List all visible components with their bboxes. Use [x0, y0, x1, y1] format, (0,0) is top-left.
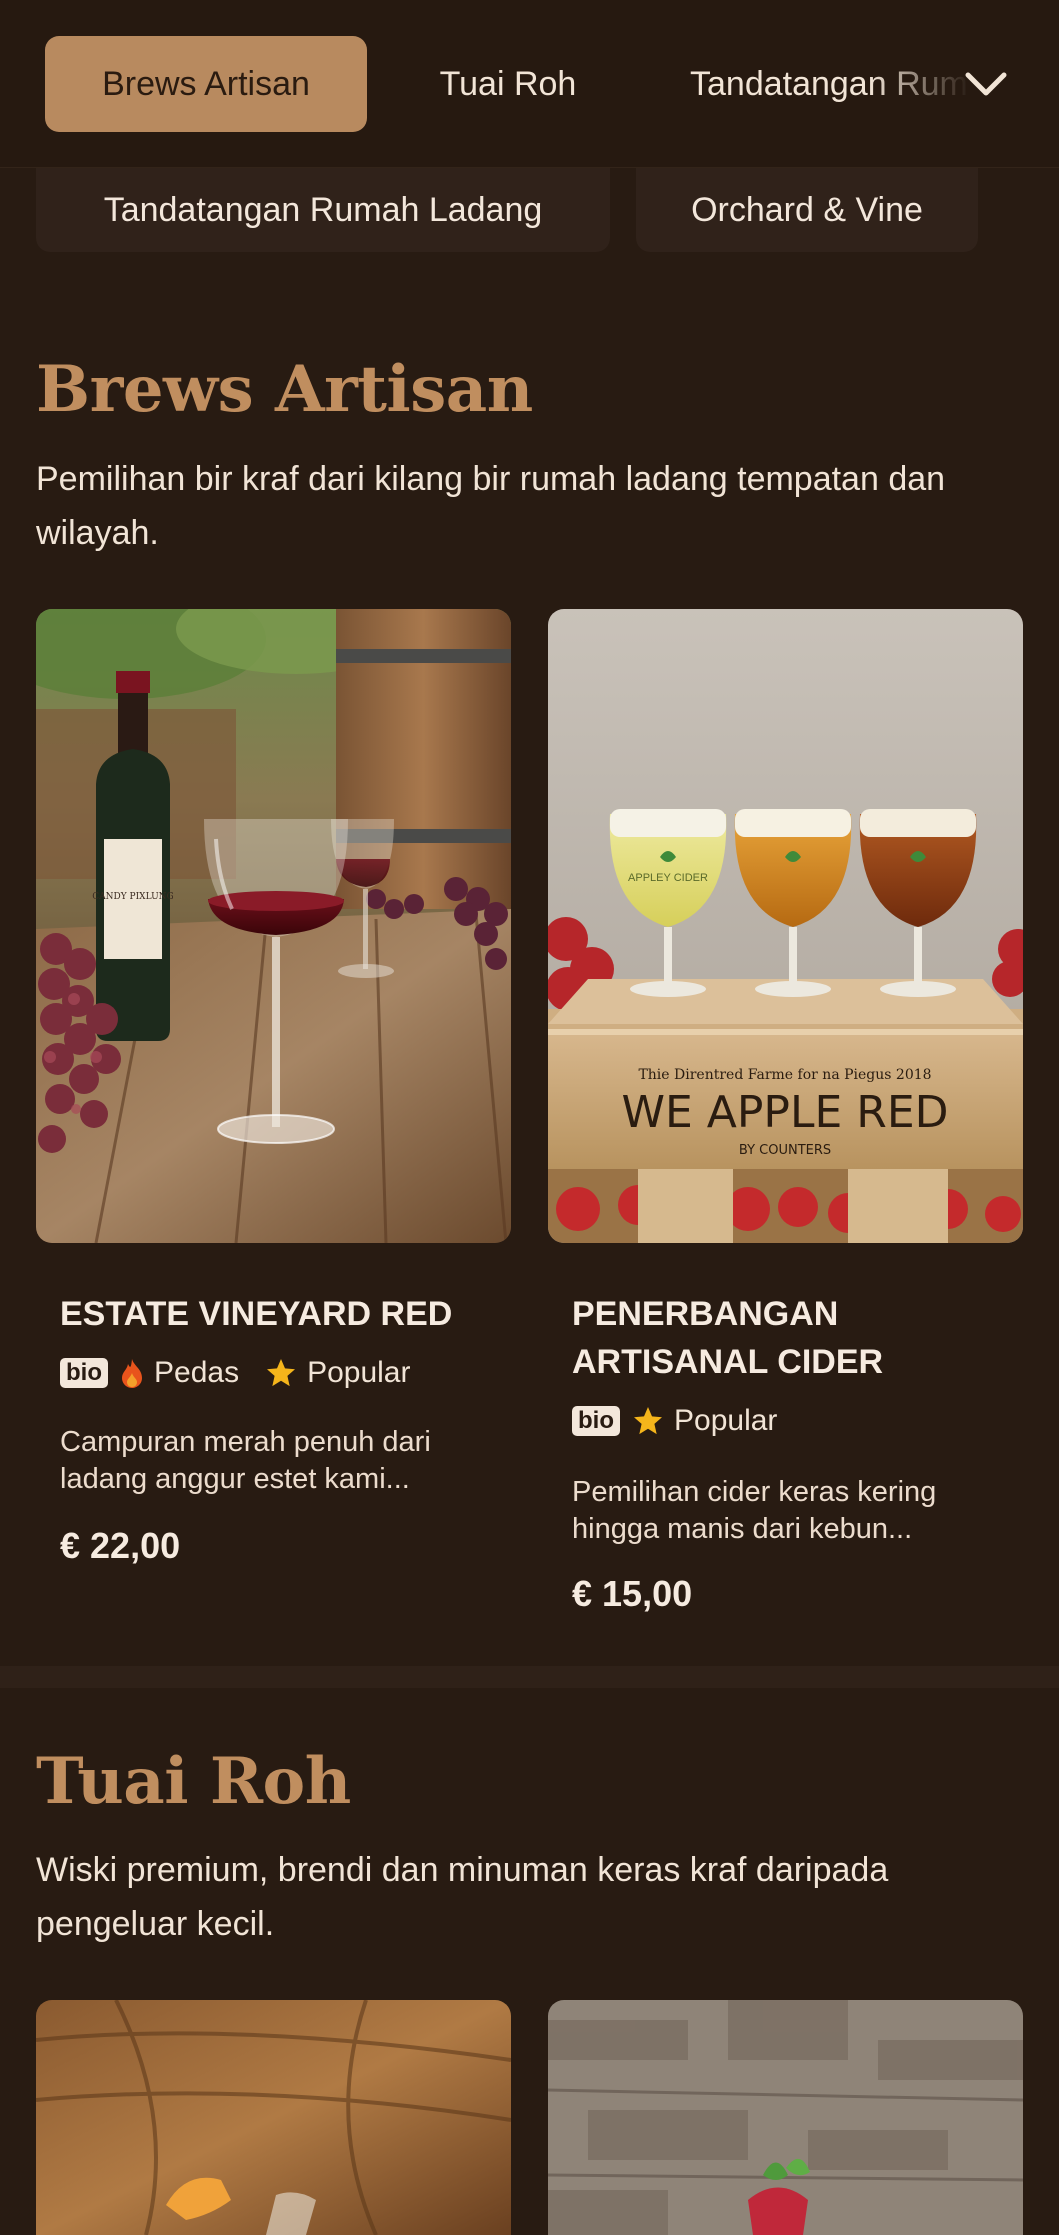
tab-label: Brews Artisan	[102, 64, 310, 103]
bio-badge: bio	[60, 1358, 108, 1388]
popular-label: Popular	[674, 1404, 778, 1437]
spicy-label: Pedas	[154, 1356, 240, 1389]
bio-badge: bio	[572, 1406, 620, 1436]
product-badges: bio Popular	[572, 1404, 791, 1438]
section-description: Pemilihan bir kraf dari kilang bir rumah…	[36, 460, 946, 552]
product-image-spirit-2[interactable]	[548, 2000, 1023, 2235]
popular-badge: Popular	[265, 1356, 410, 1390]
tab-tandatangan-rumah-ladang[interactable]: Tandatangan Rumah Ladang	[640, 36, 970, 132]
product-image-estate-vineyard-red[interactable]: CANDY PIXLUNG	[36, 609, 511, 1243]
product-description: Campuran merah penuh dari ladang anggur …	[60, 1426, 431, 1495]
crate-big-text: WE APPLE RED	[621, 1087, 948, 1138]
product-image-spirit-1[interactable]	[36, 2000, 511, 2235]
tab-brews-artisan[interactable]: Brews Artisan	[45, 36, 367, 132]
glass-label-text: APPLEY CIDER	[628, 872, 708, 884]
expand-categories-button[interactable]	[950, 50, 1022, 118]
chevron-down-icon	[965, 72, 1007, 96]
chip-label: Orchard & Vine	[691, 190, 923, 229]
product-description: Pemilihan cider keras kering hingga mani…	[572, 1476, 937, 1545]
product-image-cider-flight[interactable]: APPLEY CIDER Thie Direntred Farme for na…	[548, 609, 1023, 1243]
chip-tandatangan-rumah-ladang[interactable]: Tandatangan Rumah Ladang	[36, 168, 610, 252]
product-price: € 15,00	[572, 1573, 693, 1614]
section-title-brews-artisan: Brews Artisan	[36, 352, 533, 427]
tab-label: Tuai Roh	[439, 64, 577, 103]
popular-badge: Popular	[632, 1404, 777, 1438]
tab-tuai-roh[interactable]: Tuai Roh	[400, 36, 616, 132]
flame-icon	[122, 1359, 142, 1388]
tab-label: Tandatangan Rumah Ladang	[690, 64, 970, 103]
bottle-label-text: CANDY PIXLUNG	[92, 892, 173, 902]
crate-small-text: Thie Direntred Farme for na Piegus 2018	[638, 1067, 931, 1083]
star-icon	[634, 1407, 662, 1435]
product-price: € 22,00	[60, 1525, 181, 1566]
product-badges: bio Pedas Popular	[60, 1356, 424, 1390]
chip-label: Tandatangan Rumah Ladang	[103, 190, 543, 229]
popular-label: Popular	[307, 1356, 411, 1389]
product-name[interactable]: PENERBANGAN ARTISANAL CIDER	[572, 1290, 1002, 1386]
star-icon	[267, 1359, 296, 1387]
section-divider	[0, 1666, 1059, 1688]
chip-orchard-vine[interactable]: Orchard & Vine	[636, 168, 978, 252]
crate-sub-text: BY COUNTERS	[739, 1143, 831, 1158]
section-description: Wiski premium, brendi dan minuman keras …	[36, 1851, 889, 1943]
product-name[interactable]: ESTATE VINEYARD RED	[60, 1290, 490, 1338]
category-tab-bar: Brews Artisan Tuai Roh Tandatangan Rumah…	[0, 0, 1059, 168]
section-title-tuai-roh: Tuai Roh	[36, 1744, 351, 1819]
spicy-badge: Pedas	[120, 1356, 239, 1390]
